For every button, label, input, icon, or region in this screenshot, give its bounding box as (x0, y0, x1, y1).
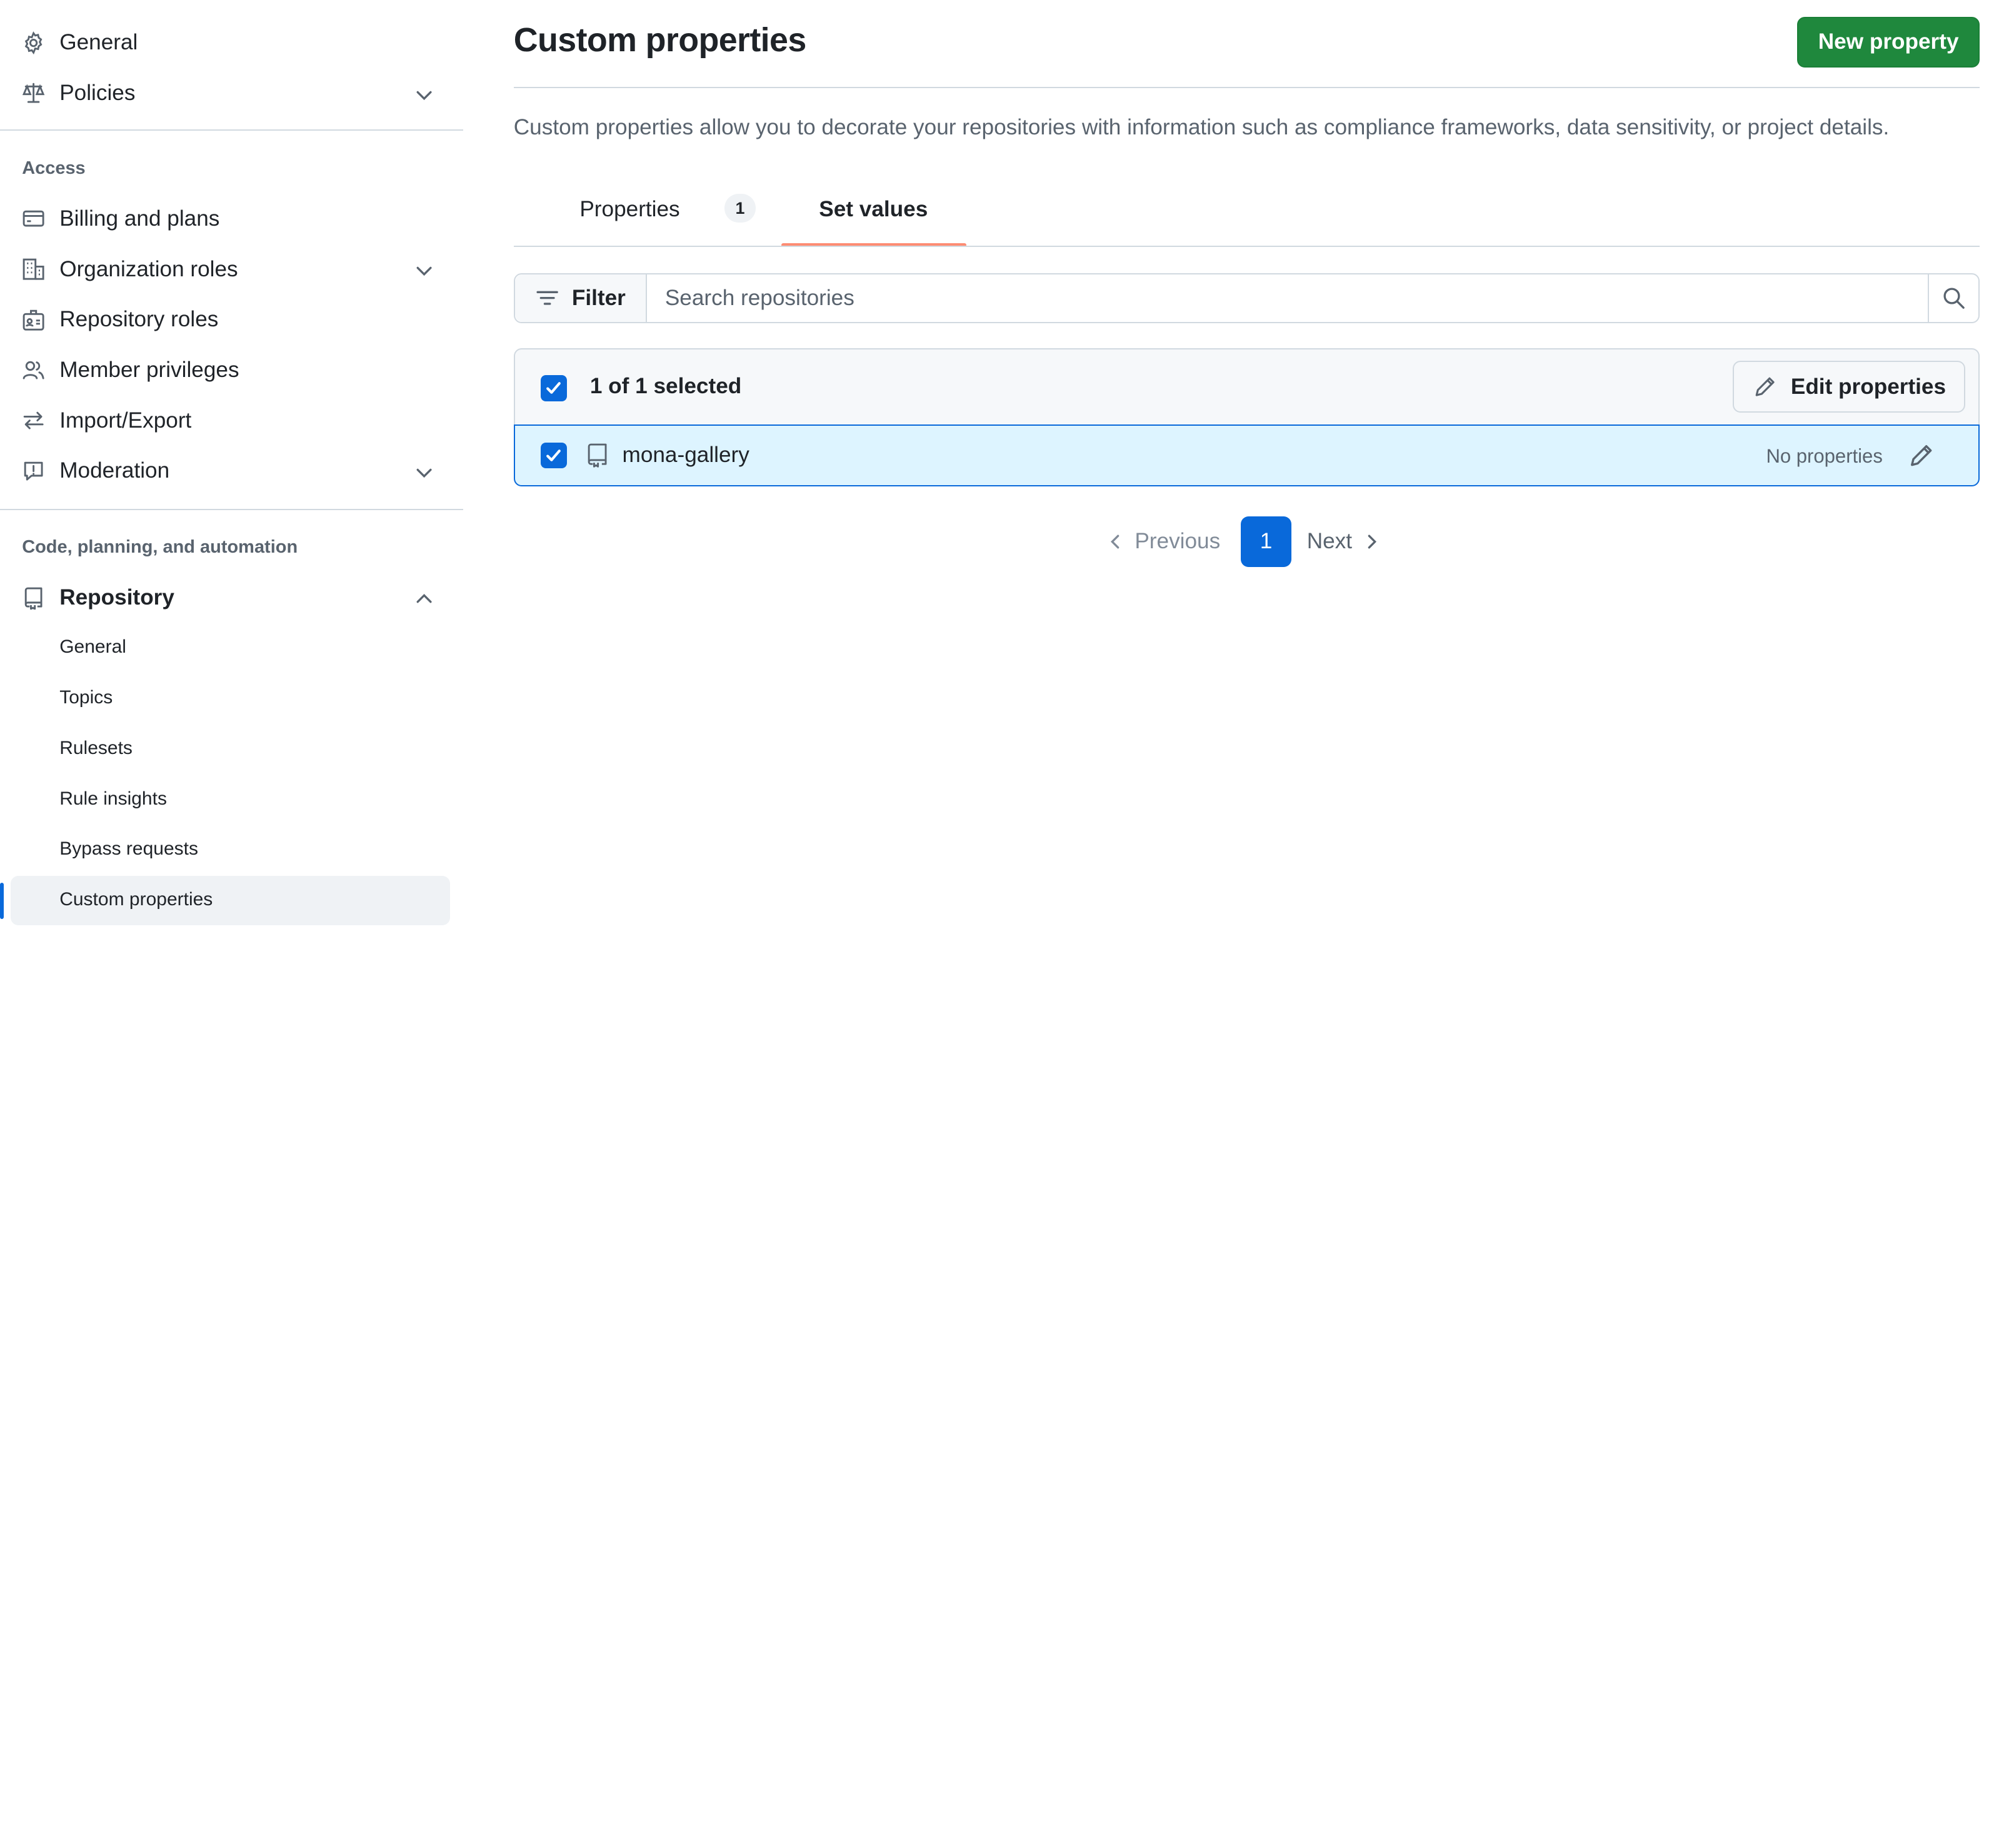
filter-button[interactable]: Filter (514, 274, 647, 323)
pencil-icon[interactable] (1908, 443, 1934, 468)
active-indicator (0, 882, 4, 919)
sidebar-item-label: Policies (59, 81, 136, 106)
page-title: Custom properties (513, 21, 806, 59)
chevron-right-icon (1363, 533, 1381, 551)
sidebar-subitem-custom-properties[interactable]: Custom properties (10, 876, 451, 926)
tab-count-badge: 1 (724, 194, 756, 223)
next-label: Next (1306, 529, 1353, 554)
people-icon (22, 358, 45, 381)
sidebar-item-organization-roles[interactable]: Organization roles (0, 246, 463, 293)
sidebar-item-moderation[interactable]: Moderation (0, 448, 463, 495)
sidebar-item-label: Billing and plans (59, 206, 220, 231)
sidebar-subitem-rule-insights[interactable]: Rule insights (11, 775, 451, 825)
sidebar-item-billing[interactable]: Billing and plans (0, 196, 463, 243)
sidebar-item-policies[interactable]: Policies (0, 70, 463, 117)
row-checkbox[interactable] (541, 442, 567, 469)
sidebar-item-label: Moderation (59, 458, 170, 483)
check-icon (546, 382, 561, 394)
previous-page-button[interactable]: Previous (1106, 516, 1220, 567)
sidebar: General Policies Access Billing and plan… (0, 0, 464, 926)
chevron-down-icon (414, 84, 434, 105)
credit-card-icon (22, 207, 45, 230)
check-icon (546, 449, 561, 461)
main-content: Custom properties New property Custom pr… (513, 0, 1980, 924)
search-button[interactable] (1928, 274, 1978, 323)
tabs-divider (513, 246, 1980, 248)
tab-label: Properties (579, 196, 680, 221)
sidebar-subitem-general[interactable]: General (11, 624, 451, 673)
search-input[interactable] (646, 274, 1928, 323)
sidebar-item-label: General (59, 30, 138, 55)
sidebar-item-repository-roles[interactable]: Repository roles (0, 296, 463, 343)
edit-properties-label: Edit properties (1790, 374, 1946, 399)
table-row[interactable]: mona-gallery No properties (513, 424, 1980, 487)
search-bar: Filter (513, 273, 1980, 324)
sidebar-subitem-rulesets[interactable]: Rulesets (11, 725, 451, 774)
sidebar-divider (0, 129, 464, 131)
tab-label: Set values (819, 196, 928, 221)
sidebar-item-label: Organization roles (59, 256, 238, 281)
page-description: Custom properties allow you to decorate … (513, 115, 1890, 140)
sidebar-subitem-label: Topics (59, 687, 113, 708)
repo-property-status: No properties (1766, 444, 1883, 467)
search-icon (1942, 286, 1965, 309)
chevron-down-icon (414, 462, 434, 483)
sidebar-item-label: Repository roles (59, 307, 219, 332)
sidebar-item-label: Member privileges (59, 358, 239, 382)
sidebar-section-access: Access (22, 158, 86, 178)
filter-icon (536, 286, 559, 309)
sidebar-subitem-label: Rule insights (59, 788, 167, 809)
law-icon (22, 81, 45, 104)
select-all-checkbox[interactable] (541, 375, 567, 401)
organization-icon (22, 258, 45, 281)
sidebar-item-label: Repository (59, 585, 174, 610)
tab-set-values[interactable]: Set values (781, 181, 967, 248)
report-icon (22, 459, 45, 483)
repo-name[interactable]: mona-gallery (623, 443, 749, 468)
sidebar-item-general[interactable]: General (0, 19, 463, 66)
repo-icon (586, 443, 609, 468)
sidebar-subitem-label: Custom properties (59, 889, 213, 910)
sidebar-item-repository[interactable]: Repository (0, 575, 463, 621)
sidebar-subitem-bypass-requests[interactable]: Bypass requests (11, 826, 451, 875)
header-divider (513, 86, 1980, 88)
sidebar-item-import-export[interactable]: Import/Export (0, 397, 463, 444)
list-header: 1 of 1 selected Edit properties (515, 349, 1978, 424)
sidebar-section-code: Code, planning, and automation (22, 537, 298, 558)
sidebar-subitem-label: Bypass requests (59, 838, 198, 860)
edit-properties-button[interactable]: Edit properties (1732, 361, 1966, 413)
tab-properties[interactable]: Properties 1 (550, 181, 778, 246)
chevron-down-icon (414, 260, 434, 281)
arrow-switch-icon (22, 409, 45, 432)
gear-icon (22, 31, 45, 54)
repo-icon (22, 586, 45, 610)
next-page-button[interactable]: Next (1307, 516, 1381, 567)
pagination: Previous 1 Next (514, 516, 1980, 567)
new-property-button[interactable]: New property (1797, 16, 1980, 68)
pencil-icon (1753, 375, 1776, 398)
sidebar-subitem-label: Rulesets (59, 737, 133, 758)
selection-count: 1 of 1 selected (589, 374, 742, 399)
sidebar-subitem-topics[interactable]: Topics (11, 674, 451, 723)
sidebar-divider (0, 508, 464, 510)
sidebar-item-member-privileges[interactable]: Member privileges (0, 347, 463, 394)
repository-list: 1 of 1 selected Edit properties mona-gal… (513, 348, 1980, 487)
chevron-up-icon (414, 589, 434, 610)
previous-label: Previous (1135, 529, 1221, 554)
chevron-left-icon (1106, 533, 1125, 551)
sidebar-item-label: Import/Export (59, 408, 192, 433)
id-badge-icon (22, 308, 45, 331)
filter-label: Filter (571, 286, 626, 311)
page-number-current[interactable]: 1 (1241, 516, 1291, 567)
sidebar-subitem-label: General (59, 636, 126, 658)
